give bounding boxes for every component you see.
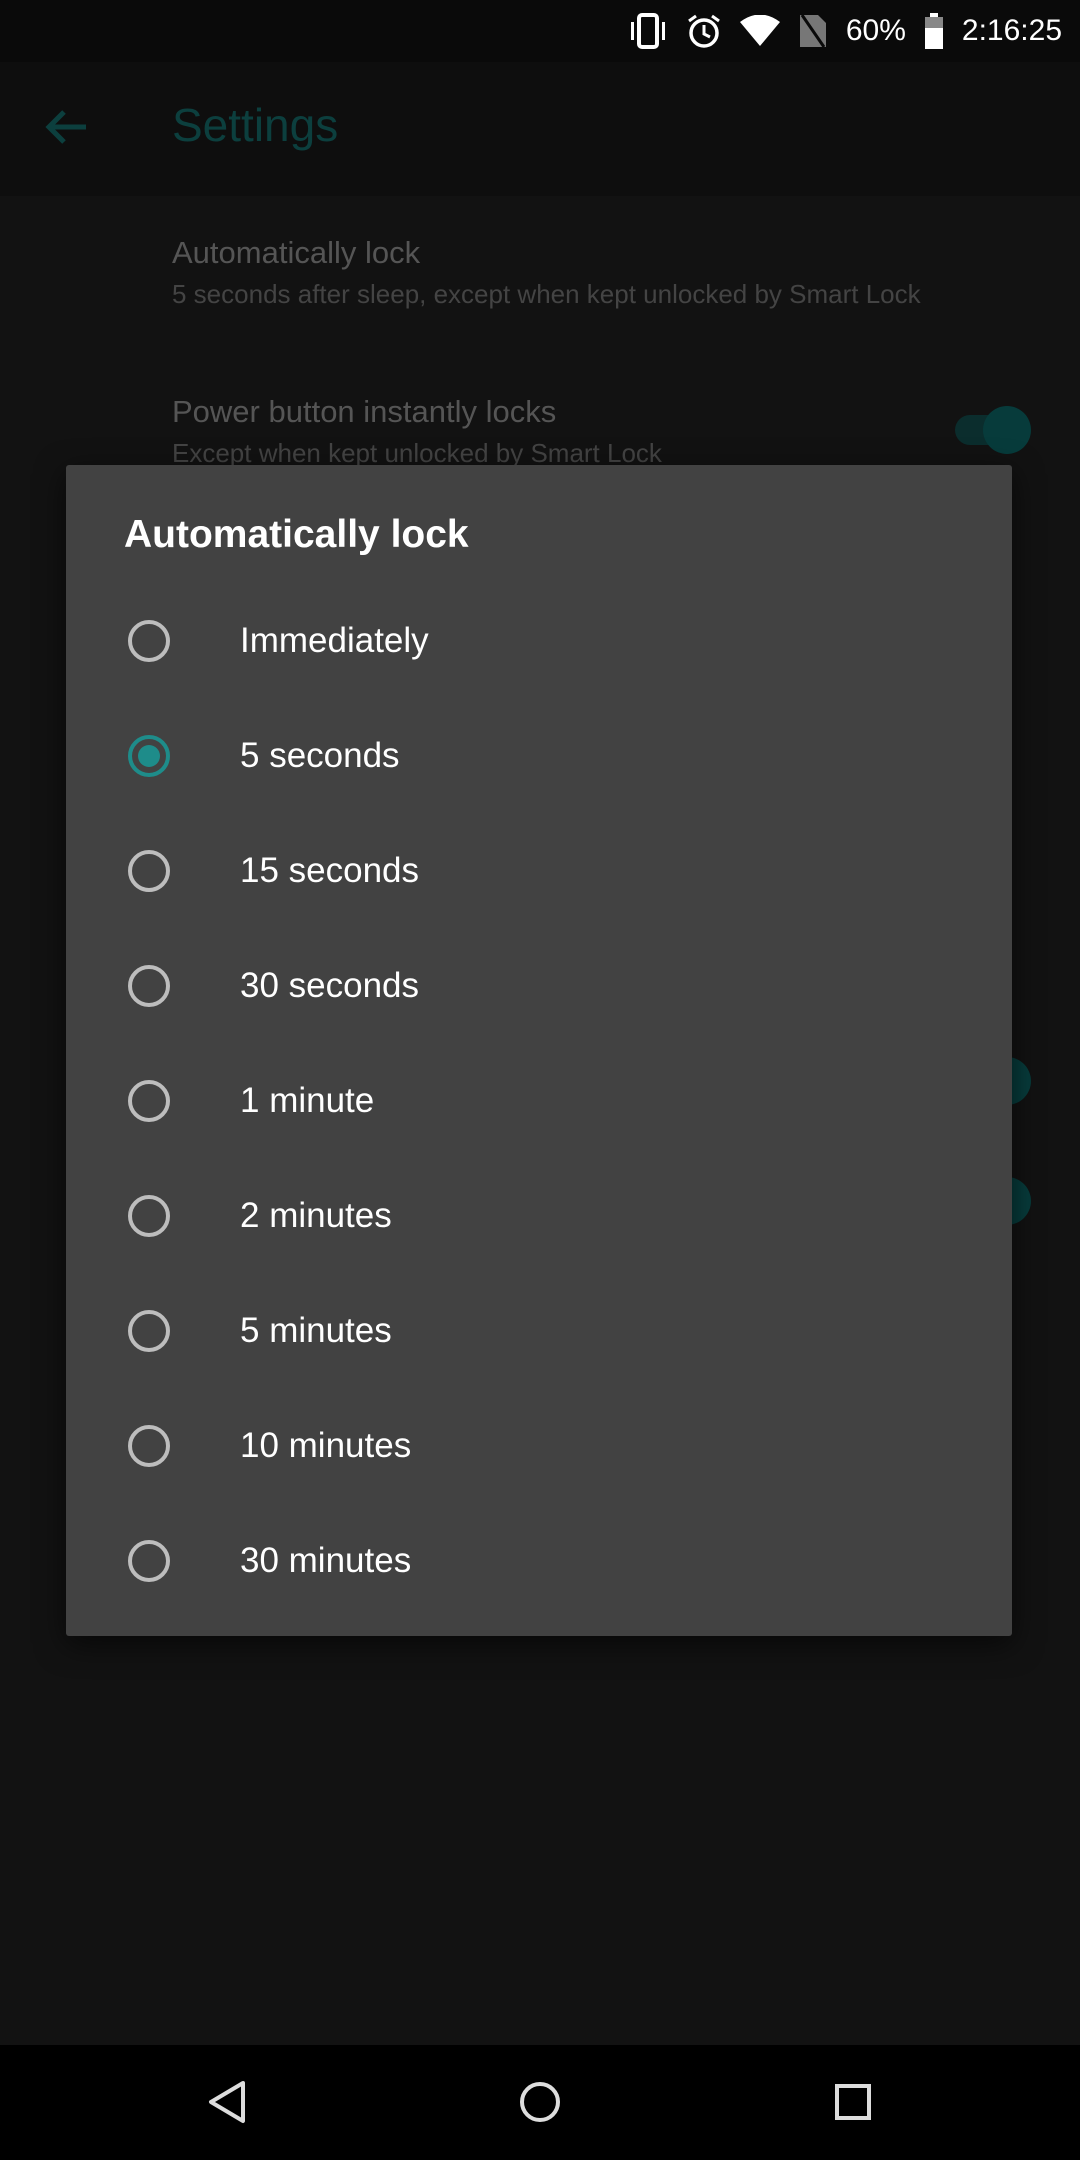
automatically-lock-dialog: Automatically lock Immediately 5 seconds… [66, 465, 1012, 1636]
option-5-seconds[interactable]: 5 seconds [66, 698, 1012, 813]
battery-icon [924, 13, 943, 49]
pref-summary: 5 seconds after sleep, except when kept … [172, 279, 921, 309]
pref-power-button-locks[interactable]: Power button instantly locks Except when… [172, 394, 662, 469]
option-label: 2 minutes [240, 1195, 392, 1235]
radio-button[interactable] [128, 964, 170, 1007]
home-icon[interactable] [517, 2079, 563, 2125]
option-15-seconds[interactable]: 15 seconds [66, 813, 1012, 928]
vibrate-icon [630, 13, 665, 49]
radio-button[interactable] [128, 1194, 170, 1237]
pref-automatically-lock[interactable]: Automatically lock 5 seconds after sleep… [172, 235, 921, 310]
pref-title: Power button instantly locks [172, 394, 557, 429]
dialog-title: Automatically lock [124, 513, 469, 556]
option-label: 5 minutes [240, 1310, 392, 1350]
option-30-minutes[interactable]: 30 minutes [66, 1503, 1012, 1618]
option-label: 30 minutes [240, 1540, 412, 1580]
option-label: 5 seconds [240, 735, 400, 775]
clock: 2:16:25 [961, 14, 1062, 47]
option-label: Immediately [240, 620, 429, 660]
option-immediately[interactable]: Immediately [66, 583, 1012, 698]
status-bar: 60% 2:16:25 [0, 0, 1080, 62]
radio-button[interactable] [128, 1079, 170, 1122]
option-5-minutes[interactable]: 5 minutes [66, 1273, 1012, 1388]
radio-button-selected[interactable] [128, 734, 170, 777]
radio-button[interactable] [128, 619, 170, 662]
alarm-icon [687, 14, 720, 48]
page-title: Settings [172, 99, 339, 151]
option-30-seconds[interactable]: 30 seconds [66, 928, 1012, 1043]
option-1-minute[interactable]: 1 minute [66, 1043, 1012, 1158]
wifi-icon [739, 15, 780, 46]
option-label: 10 minutes [240, 1425, 412, 1465]
recents-icon[interactable] [833, 2079, 873, 2125]
option-10-minutes[interactable]: 10 minutes [66, 1388, 1012, 1503]
option-2-minutes[interactable]: 2 minutes [66, 1158, 1012, 1273]
no-sim-icon [799, 14, 826, 48]
radio-button[interactable] [128, 1539, 170, 1582]
navigation-bar [0, 2045, 1080, 2160]
battery-percent: 60% [845, 14, 906, 47]
option-label: 15 seconds [240, 850, 420, 890]
option-label: 1 minute [240, 1080, 375, 1120]
radio-button[interactable] [128, 1424, 170, 1467]
app-toolbar: Settings [0, 62, 1080, 196]
radio-button[interactable] [128, 1309, 170, 1352]
radio-button[interactable] [128, 849, 170, 892]
pref-title: Automatically lock [172, 235, 421, 270]
option-label: 30 seconds [240, 965, 420, 1005]
back-arrow-icon[interactable] [42, 102, 92, 152]
back-icon[interactable] [205, 2079, 251, 2125]
power-button-toggle[interactable] [955, 406, 1031, 454]
